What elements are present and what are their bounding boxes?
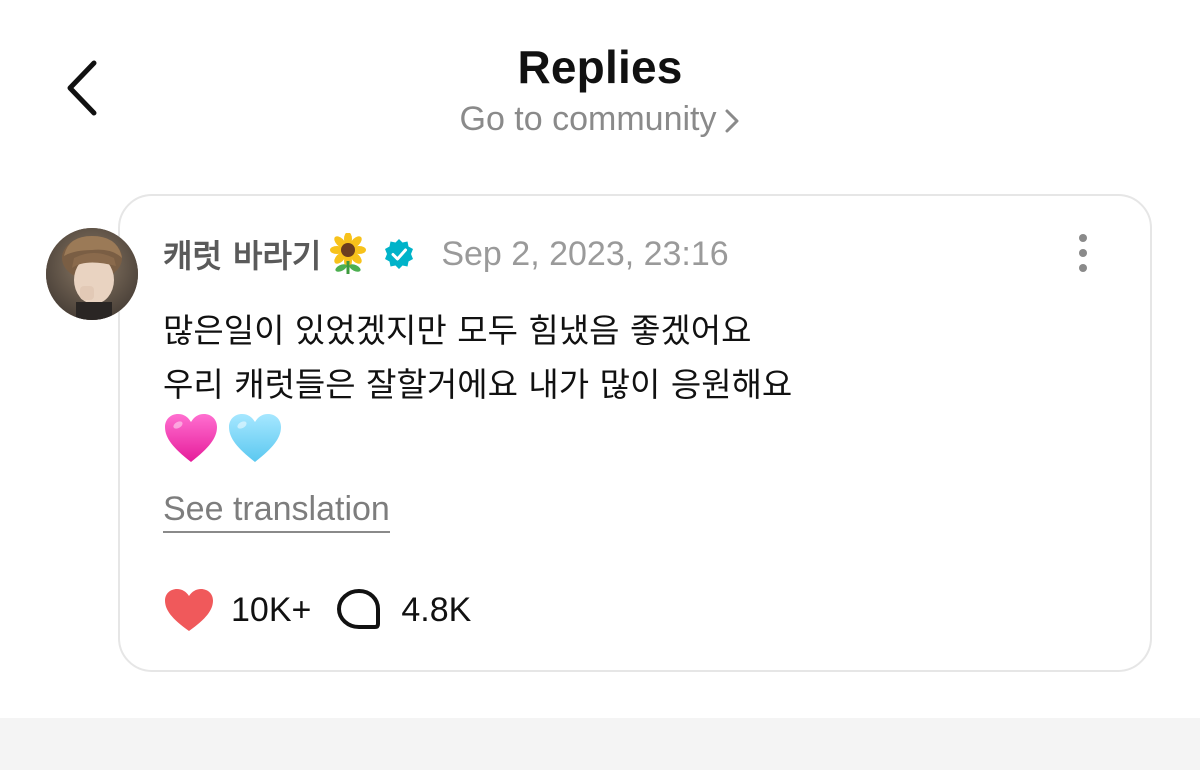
reply-count: 4.8K <box>401 590 472 629</box>
dot <box>1079 234 1087 242</box>
reply-button[interactable]: 4.8K <box>335 587 471 633</box>
author-name[interactable]: 캐럿 바라기 <box>163 231 321 277</box>
timestamp: Sep 2, 2023, 23:16 <box>441 234 729 273</box>
light-blue-heart-icon <box>229 414 281 462</box>
pink-heart-icon <box>165 414 217 462</box>
heart-icon <box>165 589 213 631</box>
community-link-label: Go to community <box>459 100 717 138</box>
like-count: 10K+ <box>231 590 312 629</box>
like-button[interactable]: 10K+ <box>163 587 311 633</box>
see-translation-link[interactable]: See translation <box>163 490 390 533</box>
emoji-row <box>163 412 283 464</box>
avatar[interactable] <box>46 228 138 320</box>
post-text-line: 우리 캐럿들은 잘할거에요 내가 많이 응원해요 <box>163 365 793 404</box>
comment-bubble-icon <box>337 589 381 629</box>
dot <box>1079 264 1087 272</box>
verified-badge-icon <box>383 238 415 270</box>
page-title: Replies <box>517 41 683 93</box>
go-to-community-link[interactable]: Go to community <box>0 100 1200 139</box>
post-meta: 캐럿 바라기 Sep 2, 2023, 23:16 <box>163 226 729 282</box>
more-options-button[interactable] <box>1066 232 1100 274</box>
sunflower-icon <box>327 232 369 275</box>
replies-page: Replies Go to community 캐럿 바라기 Sep 2, 20… <box>0 0 1200 770</box>
post-text-line: 많은일이 있었겠지만 모두 힘냈음 좋겠어요 <box>163 311 752 350</box>
dot <box>1079 249 1087 257</box>
post-actions: 10K+ 4.8K <box>163 584 471 636</box>
chevron-right-icon <box>724 108 740 134</box>
section-divider <box>0 718 1200 770</box>
